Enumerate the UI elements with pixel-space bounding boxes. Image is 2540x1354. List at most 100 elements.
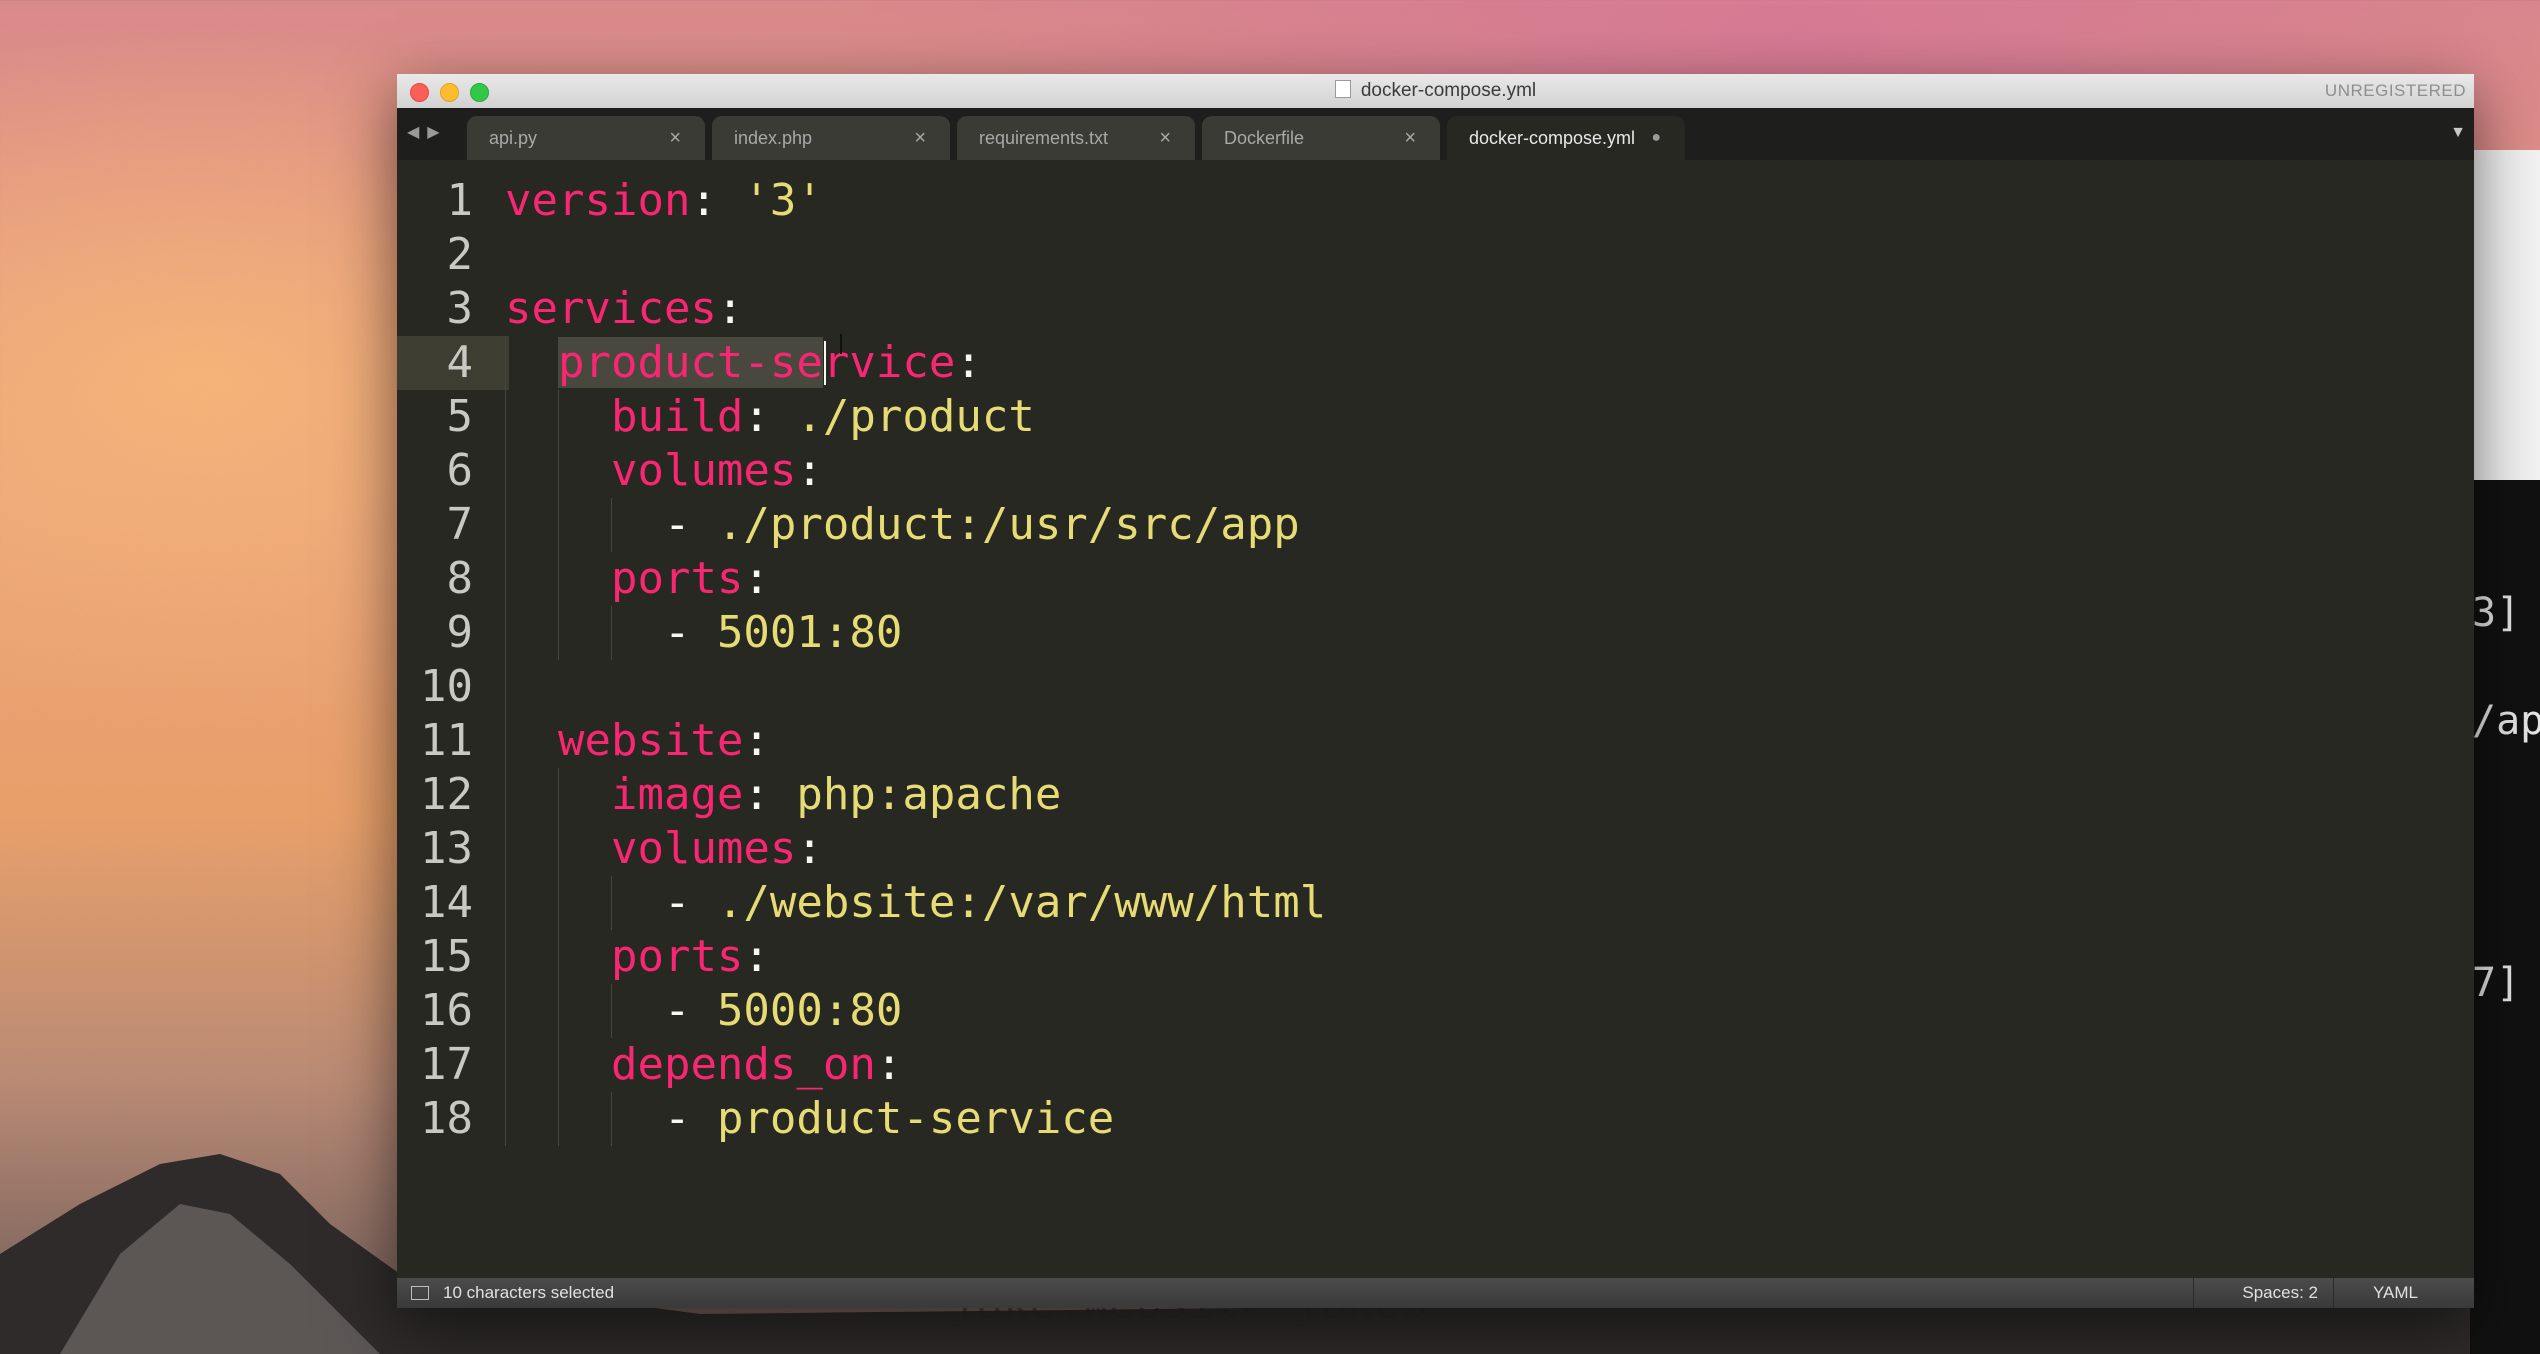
yaml-value-token: ./website:/var/www/html [716,877,1327,928]
tab-label: index.php [734,128,813,148]
code-line[interactable]: 18 - product-service [397,1092,2474,1146]
code-text: - product-service [505,1092,1114,1146]
window-title: docker-compose.yml [397,74,2474,108]
code-line[interactable]: 6 volumes: [397,444,2474,498]
yaml-key-token: image [610,769,744,820]
punctuation-token: : [743,769,797,820]
yaml-value-token: 5001:80 [716,607,903,658]
indent-guide [558,768,560,1146]
tab-bar: ◀▶ api.py × index.php × requirements.txt… [397,108,2474,160]
background-terminal: 3] /ap 7] [2470,150,2540,1354]
punctuation-token [505,607,664,658]
terminal-text-fragment: 3] [2472,590,2521,636]
tab-index-php[interactable]: index.php × [712,116,950,160]
code-line[interactable]: 12 image: php:apache [397,768,2474,822]
indentation-setting[interactable]: Spaces: 2 [2242,1278,2318,1308]
line-number: 16 [420,985,473,1036]
code-line[interactable]: 2 [397,228,2474,282]
yaml-key-token: version [505,175,691,226]
terminal-text-fragment: 7] [2472,960,2521,1006]
punctuation-token [505,715,558,766]
title-bar[interactable]: docker-compose.yml UNREGISTERED [397,74,2474,109]
code-text: - 5001:80 [505,606,902,660]
unsaved-dot-icon[interactable]: ● [1651,116,1661,160]
yaml-value-token: ./product:/usr/src/app [716,499,1300,550]
indent-guide [558,390,560,660]
code-line[interactable]: 8 ports: [397,552,2474,606]
code-editor[interactable]: 1 version: '3' 2 3 services: 4 product-servic… [397,160,2474,1220]
code-line[interactable]: 9 - 5001:80 [397,606,2474,660]
line-number: 1 [446,175,474,226]
punctuation-token: : [796,823,823,874]
punctuation-token: - [663,877,717,928]
code-line[interactable]: 15 ports: [397,930,2474,984]
punctuation-token [505,499,664,550]
code-line[interactable]: 11 website: [397,714,2474,768]
tab-nav-arrows[interactable]: ◀▶ [407,122,448,142]
code-line[interactable]: 14 - ./website:/var/www/html [397,876,2474,930]
yaml-key-token: services [505,283,717,334]
indent-guide [611,606,613,660]
yaml-key-token: depends_on [610,1039,876,1090]
code-text: services: [505,282,743,336]
yaml-key-token: rvice [822,337,956,388]
tab-requirements-txt[interactable]: requirements.txt × [957,116,1195,160]
punctuation-token: - [663,985,717,1036]
punctuation-token: : [796,445,823,496]
punctuation-token: : [743,391,797,442]
tab-close-icon[interactable]: × [669,116,681,160]
indent-guide [611,1092,613,1146]
tab-list-dropdown-icon[interactable]: ▼ [2450,124,2466,142]
code-text: ports: [505,552,770,606]
line-number: 9 [446,607,474,658]
code-line[interactable]: 16 - 5000:80 [397,984,2474,1038]
panel-toggle-icon[interactable] [411,1286,429,1300]
yaml-key-token: volumes [610,445,797,496]
line-number: 7 [446,499,474,550]
code-text: ports: [505,930,770,984]
code-line[interactable]: 4 product-service: [397,336,2474,390]
code-line[interactable]: 7 - ./product:/usr/src/app [397,498,2474,552]
syntax-setting[interactable]: YAML [2373,1278,2418,1308]
punctuation-token: : [743,715,770,766]
line-number: 4 [446,337,474,388]
code-text: version: '3' [505,174,823,228]
line-number: 15 [420,931,473,982]
code-line[interactable]: 13 volumes: [397,822,2474,876]
code-line[interactable]: 5 build: ./product [397,390,2474,444]
tab-dockerfile[interactable]: Dockerfile × [1202,116,1440,160]
editor-window: docker-compose.yml UNREGISTERED ◀▶ api.p… [397,74,2474,1308]
yaml-value-token: product-service [716,1093,1115,1144]
unregistered-label: UNREGISTERED [2324,81,2466,100]
tab-label: api.py [489,128,538,148]
code-line[interactable]: 10 [397,660,2474,714]
terminal-text-fragment: /ap [2472,698,2540,744]
yaml-value-token: 5000:80 [716,985,903,1036]
line-number: 14 [420,877,473,928]
code-line[interactable]: 17 depends_on: [397,1038,2474,1092]
yaml-key-token: website [557,715,744,766]
punctuation-token: : [743,931,770,982]
tab-close-icon[interactable]: × [1159,116,1171,160]
yaml-key-token: build [610,391,744,442]
punctuation-token: - [663,1093,717,1144]
code-text: - ./product:/usr/src/app [505,498,1300,552]
tab-close-icon[interactable]: × [914,116,926,160]
indent-guide [611,984,613,1038]
punctuation-token: : [690,175,744,226]
tab-close-icon[interactable]: × [1404,116,1416,160]
tab-label: requirements.txt [979,128,1109,148]
document-icon [1334,80,1351,98]
tab-api-py[interactable]: api.py × [467,116,705,160]
yaml-key-token: ports [610,553,744,604]
tab-docker-compose-yml[interactable]: docker-compose.yml ● [1447,116,1685,160]
code-text: build: ./product [505,390,1035,444]
code-text: depends_on: [505,1038,902,1092]
line-number: 2 [446,229,474,280]
code-line[interactable]: 3 services: [397,282,2474,336]
punctuation-token: : [743,553,770,604]
tab-label: Dockerfile [1224,128,1305,148]
code-line[interactable]: 1 version: '3' [397,174,2474,228]
yaml-value-token: ./product [796,391,1035,442]
yaml-value-token: php:apache [796,769,1062,820]
